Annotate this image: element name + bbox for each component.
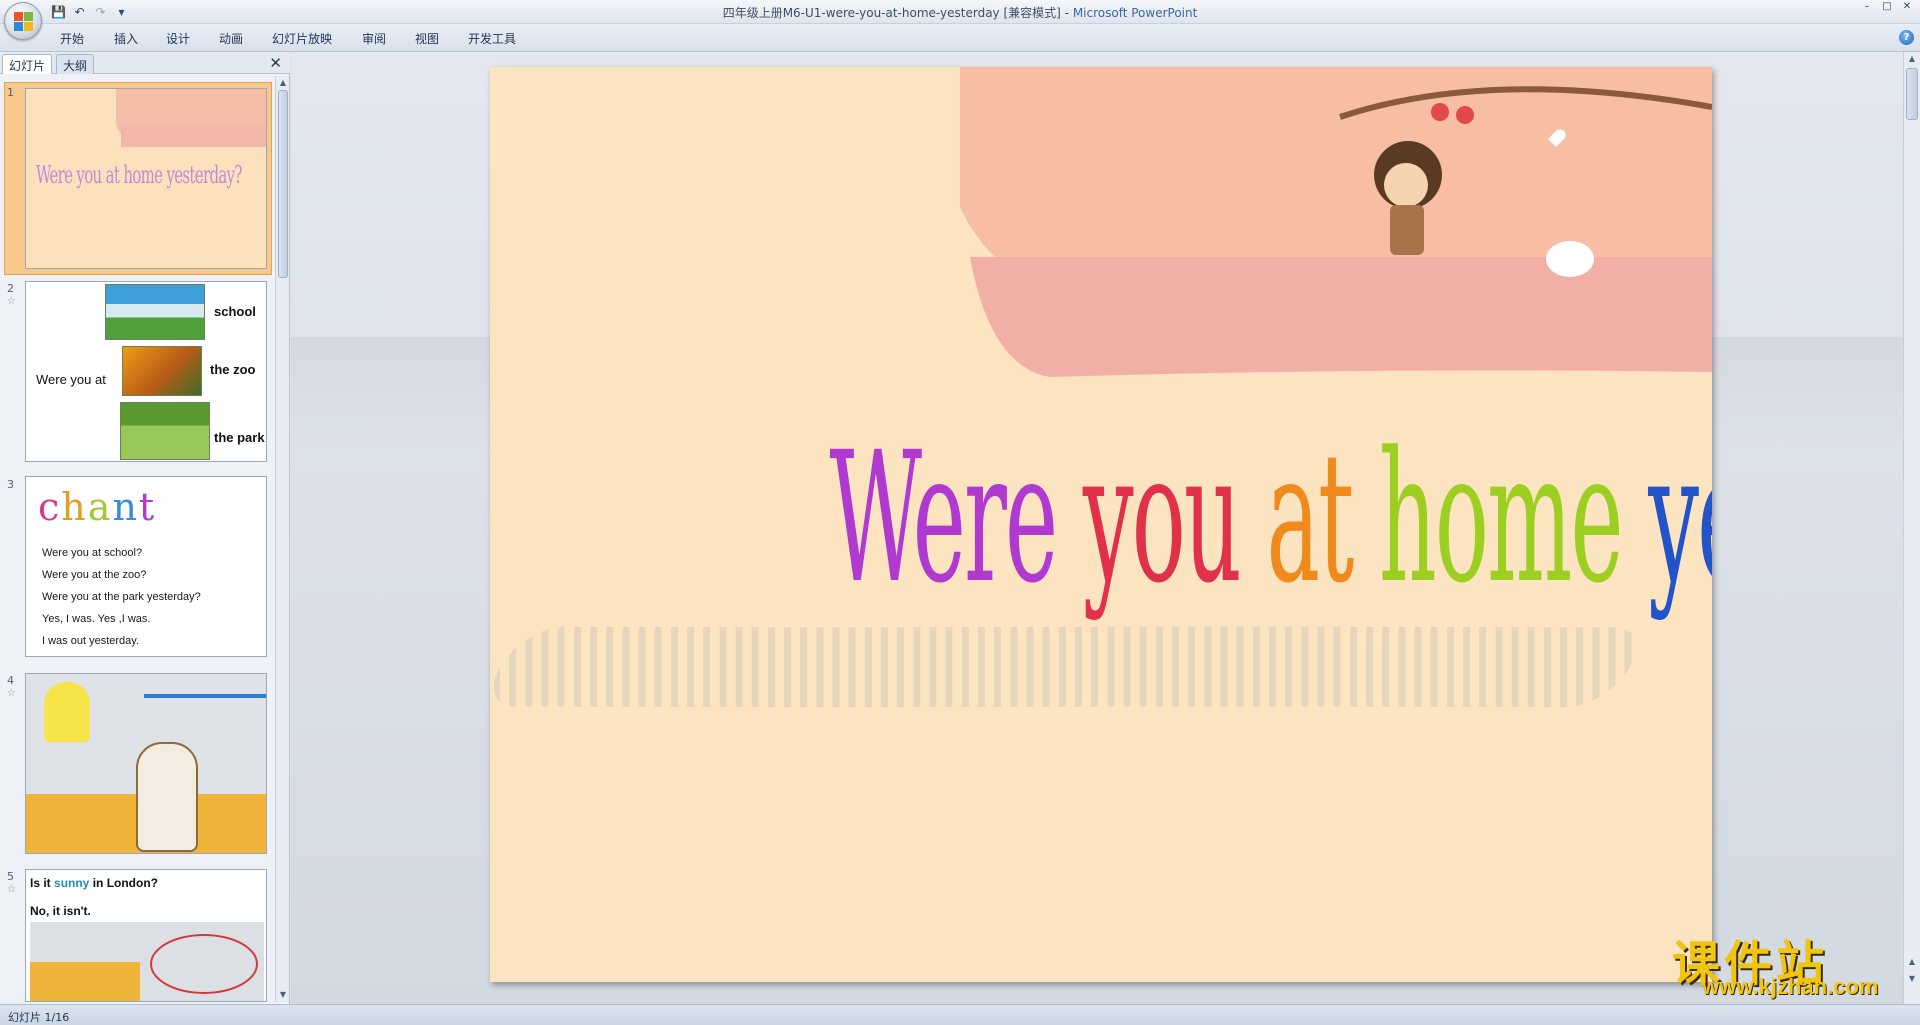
- window-title: 四年级上册M6-U1-were-you-at-home-yesterday [兼…: [722, 6, 1198, 20]
- slide-title: Were you at home yesterday?: [829, 414, 1713, 623]
- minimize-button[interactable]: –: [1858, 1, 1876, 15]
- boy-face: [1384, 163, 1428, 207]
- white-cat: [1546, 241, 1594, 277]
- chant-letter: h: [61, 485, 88, 529]
- slide-thumb-5[interactable]: Is it sunny in London? No, it isn't.: [25, 869, 267, 1002]
- slide-number: 2: [7, 282, 14, 295]
- maximize-button[interactable]: □: [1878, 1, 1896, 15]
- zoo-label: the zoo: [210, 362, 256, 377]
- park-label: the park: [214, 430, 265, 445]
- title-shadow: [490, 627, 1654, 707]
- red-fruit: [1431, 103, 1449, 121]
- boy-body: [1390, 205, 1424, 255]
- tab-home[interactable]: 开始: [56, 30, 88, 47]
- tab-insert[interactable]: 插入: [110, 30, 142, 47]
- next-slide-icon[interactable]: ▼: [1906, 974, 1918, 983]
- slide5-question: Is it sunny in London?: [30, 876, 159, 890]
- chant-line: Yes, I was. Yes ,I was.: [42, 613, 151, 625]
- tab-developer[interactable]: 开发工具: [464, 30, 520, 47]
- animation-star-icon: ☆: [7, 688, 16, 699]
- park-photo: [120, 402, 210, 460]
- current-slide[interactable]: Were you at home yesterday?: [490, 67, 1712, 982]
- slide-thumb-1[interactable]: Were you at home yesterday?: [25, 88, 267, 269]
- chant-line: Were you at the park yesterday?: [42, 591, 201, 603]
- title-word: yesterday?: [1648, 414, 1712, 623]
- cartoon-woman: [136, 742, 198, 852]
- help-icon[interactable]: ?: [1899, 30, 1914, 45]
- chant-letter: c: [38, 485, 62, 529]
- title-bar: 💾 ↶ ↷ ▾ 四年级上册M6-U1-were-you-at-home-yest…: [0, 0, 1920, 24]
- tab-slides[interactable]: 幻灯片: [2, 54, 53, 74]
- red-fruit: [1456, 106, 1474, 124]
- close-pane-icon[interactable]: ✕: [269, 54, 282, 72]
- title-word: Were: [829, 414, 1059, 623]
- kjzhan-watermark: 课件站 www.kjzhan.com: [1672, 924, 1902, 1004]
- office-logo-icon: [14, 12, 34, 32]
- close-window-button[interactable]: ✕: [1898, 1, 1916, 15]
- slide-editor: Were you at home yesterday?: [291, 52, 1903, 1004]
- office-button[interactable]: [4, 2, 42, 40]
- app-name: Microsoft PowerPoint: [1072, 6, 1198, 20]
- tab-design[interactable]: 设计: [162, 30, 194, 47]
- slide-number: 1: [7, 86, 14, 99]
- watermark-url: www.kjzhan.com: [1702, 974, 1879, 999]
- slide5-picture: [30, 922, 264, 1001]
- tab-review[interactable]: 审阅: [358, 30, 390, 47]
- slide-thumb-3[interactable]: chant Were you at school? Were you at th…: [25, 476, 267, 657]
- chant-letter: t: [138, 485, 157, 529]
- chant-line: Were you at the zoo?: [42, 569, 147, 581]
- slide-number: 5: [7, 870, 14, 883]
- slide-number: 3: [7, 478, 14, 491]
- tab-outline[interactable]: 大纲: [56, 54, 95, 74]
- tab-view[interactable]: 视图: [411, 30, 443, 47]
- slide-thumb-4[interactable]: [25, 673, 267, 854]
- animation-star-icon: ☆: [7, 296, 16, 307]
- scroll-thumb[interactable]: [278, 90, 288, 278]
- pane-tabs: 幻灯片 大纲 ✕: [0, 52, 290, 74]
- cartoon-rail: [144, 694, 266, 698]
- animation-star-icon: ☆: [7, 884, 16, 895]
- document-name: 四年级上册M6-U1-were-you-at-home-yesterday [兼…: [722, 6, 1061, 20]
- slide-number: 4: [7, 674, 14, 687]
- prev-slide-icon[interactable]: ▲: [1906, 957, 1918, 966]
- chant-heading: chant: [38, 485, 156, 529]
- school-label: school: [214, 304, 256, 319]
- slide-counter: 幻灯片 1/16: [8, 1011, 70, 1024]
- slides-pane: 幻灯片 大纲 ✕ 1 Were you at home yesterday? 2…: [0, 52, 290, 1004]
- title-word: at: [1239, 414, 1354, 623]
- chant-letter: n: [112, 485, 139, 529]
- ribbon-tabs: 开始 插入 设计 动画 幻灯片放映 审阅 视图 开发工具 ?: [0, 24, 1920, 52]
- editor-scrollbar[interactable]: ▲ ▲ ▼: [1903, 52, 1920, 1004]
- scroll-up-icon[interactable]: ▲: [278, 78, 288, 88]
- pane-scrollbar[interactable]: ▲ ▼: [275, 76, 289, 1002]
- cartoon-child: [44, 682, 90, 742]
- thumb-title: Were you at home yesterday?: [36, 161, 242, 189]
- scroll-thumb[interactable]: [1906, 68, 1918, 120]
- status-bar: 幻灯片 1/16: [0, 1004, 1920, 1025]
- were-you-at-label: Were you at: [36, 372, 106, 387]
- slide-thumbnails: 1 Were you at home yesterday? 2 ☆ Were y…: [0, 76, 274, 1002]
- scroll-down-icon[interactable]: ▼: [278, 990, 288, 1000]
- zoo-photo: [122, 346, 202, 396]
- tab-animations[interactable]: 动画: [215, 30, 247, 47]
- title-word: you: [1056, 414, 1242, 623]
- pink-ground: [970, 257, 1712, 377]
- scroll-up-icon[interactable]: ▲: [1906, 54, 1918, 63]
- chant-line: Were you at school?: [42, 547, 143, 559]
- chant-letter: a: [87, 485, 113, 529]
- window-controls: – □ ✕: [1858, 1, 1916, 15]
- chant-line: I was out yesterday.: [42, 635, 140, 647]
- slide-thumb-2[interactable]: Were you at school the zoo the park: [25, 281, 267, 462]
- title-word: home: [1352, 414, 1624, 623]
- school-photo: [105, 284, 205, 340]
- slide5-answer: No, it isn't.: [30, 904, 91, 918]
- tab-slideshow[interactable]: 幻灯片放映: [268, 30, 336, 47]
- pink-band: [121, 125, 266, 147]
